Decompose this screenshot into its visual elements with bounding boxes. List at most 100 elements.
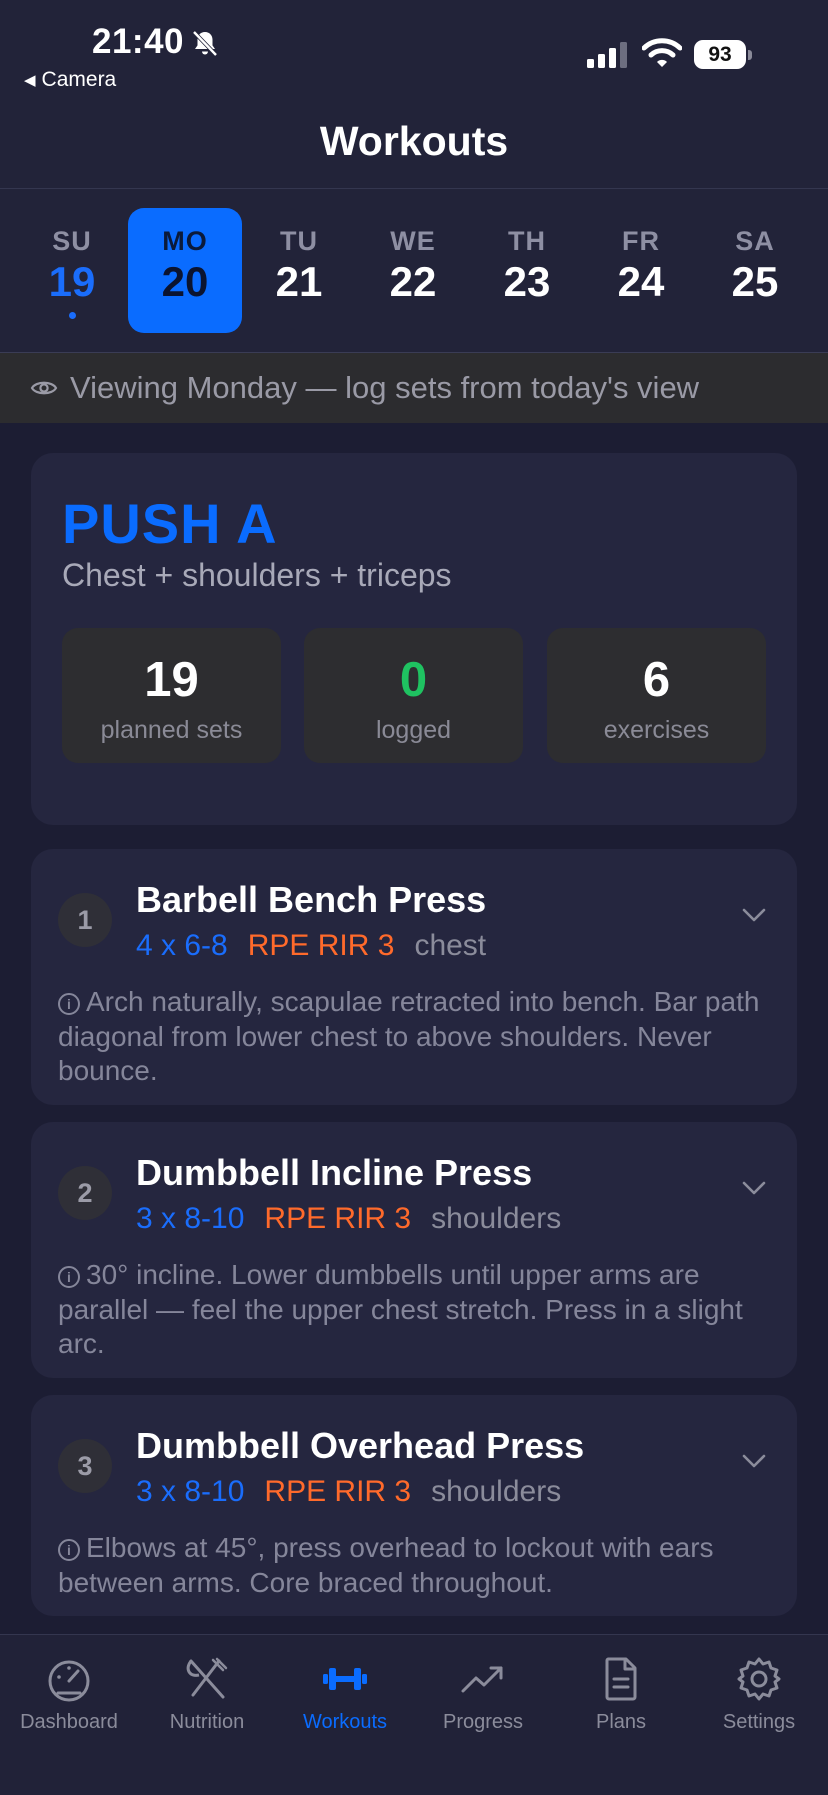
today-indicator-dot <box>69 312 76 319</box>
day-date: 25 <box>731 258 779 305</box>
day-name: FR <box>622 226 660 256</box>
battery-icon: 93 <box>694 40 754 70</box>
day-date: 22 <box>389 258 437 305</box>
exercise-note-text: Elbows at 45°, press overhead to lockout… <box>58 1532 714 1598</box>
exercise-card[interactable]: 3 Dumbbell Overhead Press 3 x 8-10 RPE R… <box>31 1395 797 1616</box>
trend-up-icon <box>461 1666 503 1693</box>
day-name: SU <box>52 226 92 256</box>
day-name: TU <box>280 226 318 256</box>
day-saturday[interactable]: SA 25 <box>698 208 812 333</box>
status-bar: 21:40 ◀ Camera 93 <box>0 0 828 95</box>
nav-header: Workouts <box>0 95 828 189</box>
eye-icon <box>30 381 58 395</box>
exercise-meta: 3 x 8-10 RPE RIR 3 shoulders <box>136 1202 561 1236</box>
tab-label: Workouts <box>302 1711 388 1733</box>
sets-reps: 3 x 8-10 <box>136 1202 245 1235</box>
exercise-meta: 4 x 6-8 RPE RIR 3 chest <box>136 929 486 963</box>
exercise-meta: 3 x 8-10 RPE RIR 3 shoulders <box>136 1475 561 1509</box>
day-date: 20 <box>161 258 209 305</box>
day-date: 23 <box>503 258 551 305</box>
workouts-screen: 21:40 ◀ Camera 93 Workouts SU 19 MO 20 T… <box>0 0 828 1795</box>
stat-value: 19 <box>144 653 199 707</box>
tab-label: Settings <box>722 1711 796 1733</box>
day-friday[interactable]: FR 24 <box>584 208 698 333</box>
exercise-number: 2 <box>58 1166 112 1220</box>
exercise-note: i Elbows at 45°, press overhead to lockou… <box>58 1531 770 1600</box>
tab-dashboard[interactable]: Dashboard <box>0 1655 138 1734</box>
back-triangle-icon: ◀ <box>24 72 36 89</box>
battery-tip <box>748 50 752 60</box>
tab-label: Progress <box>442 1711 524 1733</box>
stat-value: 0 <box>399 653 428 707</box>
day-name: SA <box>735 226 775 256</box>
bell-muted-icon <box>192 30 218 57</box>
muscle-group: shoulders <box>431 1202 562 1235</box>
info-icon: i <box>58 993 80 1015</box>
exercise-note: i Arch naturally, scapulae retracted into… <box>58 985 770 1089</box>
gear-icon <box>737 1657 781 1701</box>
tab-label: Dashboard <box>20 1711 118 1733</box>
day-date: 19 <box>48 258 96 305</box>
day-monday[interactable]: MO 20 <box>128 208 242 333</box>
back-to-app[interactable]: ◀ Camera <box>24 68 116 92</box>
viewing-banner-text: Viewing Monday — log sets from today's v… <box>70 370 700 405</box>
tab-settings[interactable]: Settings <box>690 1655 828 1734</box>
chevron-down-icon[interactable] <box>741 907 767 923</box>
exercise-note-text: Arch naturally, scapulae retracted into … <box>58 986 760 1086</box>
exercise-number: 3 <box>58 1439 112 1493</box>
stat-label: logged <box>375 716 452 744</box>
rpe-target: RPE RIR 3 <box>247 929 395 962</box>
cellular-signal-icon <box>587 42 627 68</box>
info-icon: i <box>58 1266 80 1288</box>
dumbbell-icon <box>323 1668 367 1690</box>
day-name: MO <box>162 226 208 256</box>
tab-workouts[interactable]: Workouts <box>276 1655 414 1734</box>
chevron-down-icon[interactable] <box>741 1453 767 1469</box>
exercise-note: i 30° incline. Lower dumbbells until uppe… <box>58 1258 770 1362</box>
tab-nutrition[interactable]: Nutrition <box>138 1655 276 1734</box>
chevron-down-icon[interactable] <box>741 1180 767 1196</box>
exercise-card[interactable]: 2 Dumbbell Incline Press 3 x 8-10 RPE RI… <box>31 1122 797 1378</box>
exercise-card[interactable]: 1 Barbell Bench Press 4 x 6-8 RPE RIR 3 … <box>31 849 797 1105</box>
week-day-picker: SU 19 MO 20 TU 21 WE 22 TH 23 FR 24 SA 2… <box>0 189 828 353</box>
tab-progress[interactable]: Progress <box>414 1655 552 1734</box>
stat-exercises: 6 exercises <box>547 628 766 763</box>
sets-reps: 4 x 6-8 <box>136 929 228 962</box>
exercise-name: Dumbbell Incline Press <box>136 1152 533 1193</box>
stat-planned-sets: 19 planned sets <box>62 628 281 763</box>
exercise-note-text: 30° incline. Lower dumbbells until upper… <box>58 1259 743 1359</box>
rpe-target: RPE RIR 3 <box>264 1202 412 1235</box>
day-sunday[interactable]: SU 19 <box>15 208 129 333</box>
stat-label: exercises <box>603 716 710 744</box>
day-name: TH <box>508 226 546 256</box>
workout-subtitle: Chest + shoulders + triceps <box>62 557 452 593</box>
exercise-name: Barbell Bench Press <box>136 879 487 920</box>
bottom-tab-bar: Dashboard Nutrition Workouts Progress Pl… <box>0 1634 828 1795</box>
page-title: Workouts <box>319 118 509 164</box>
day-tuesday[interactable]: TU 21 <box>242 208 356 333</box>
info-icon: i <box>58 1539 80 1561</box>
stat-value: 6 <box>642 653 671 707</box>
day-wednesday[interactable]: WE 22 <box>356 208 470 333</box>
exercise-number: 1 <box>58 893 112 947</box>
gauge-icon <box>48 1660 90 1702</box>
tab-label: Nutrition <box>169 1711 245 1733</box>
tab-label: Plans <box>595 1711 647 1733</box>
back-app-label: Camera <box>41 68 117 91</box>
stat-label: planned sets <box>100 716 243 744</box>
stat-logged: 0 logged <box>304 628 523 763</box>
fork-knife-icon <box>186 1657 228 1699</box>
muscle-group: chest <box>414 929 487 962</box>
tab-plans[interactable]: Plans <box>552 1655 690 1734</box>
wifi-icon <box>642 38 682 67</box>
workout-summary-card: PUSH A Chest + shoulders + triceps 19 pl… <box>31 453 797 825</box>
battery-level: 93 <box>694 40 746 69</box>
rpe-target: RPE RIR 3 <box>264 1475 412 1508</box>
day-thursday[interactable]: TH 23 <box>470 208 584 333</box>
day-date: 21 <box>275 258 323 305</box>
day-name: WE <box>390 226 436 256</box>
muscle-group: shoulders <box>431 1475 562 1508</box>
document-icon <box>605 1657 637 1701</box>
exercise-name: Dumbbell Overhead Press <box>136 1425 585 1466</box>
status-time: 21:40 <box>92 22 185 61</box>
